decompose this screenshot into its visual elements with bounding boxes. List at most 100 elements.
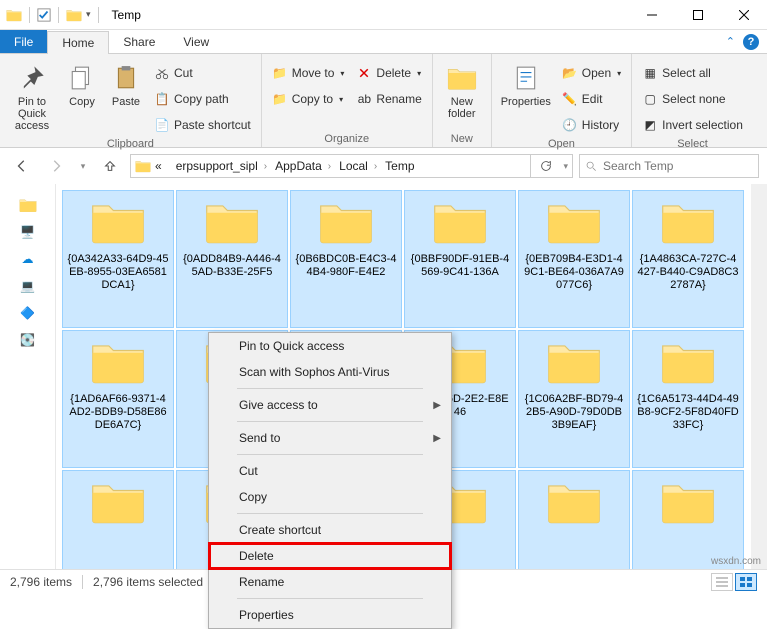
ribbon-collapse-icon[interactable]: ⌃ <box>726 35 735 48</box>
folder-name <box>456 531 464 535</box>
folder-item[interactable]: {1C6A5173-44D4-49B8-9CF2-5F8D40FD33FC} <box>632 330 744 468</box>
selected-count: 2,796 items selected <box>93 575 203 589</box>
cut-button[interactable]: Cut <box>150 62 255 84</box>
recent-locations-button[interactable]: ▾ <box>76 154 90 178</box>
folder-item[interactable]: {0EB709B4-E3D1-49C1-BE64-036A7A9077C6} <box>518 190 630 328</box>
window-title: Temp <box>112 8 141 22</box>
ctx-send-to[interactable]: Send to▶ <box>209 425 451 451</box>
paste-shortcut-button[interactable]: 📄Paste shortcut <box>150 114 255 136</box>
select-all-button[interactable]: ▦Select all <box>638 62 747 84</box>
folder-name: {1C06A2BF-BD79-42B5-A90D-79D0DB3B9EAF} <box>519 391 629 434</box>
new-folder-button[interactable]: Newfolder <box>439 58 485 120</box>
scrollbar[interactable] <box>751 184 767 569</box>
ctx-cut[interactable]: Cut <box>209 458 451 484</box>
folder-icon <box>546 199 602 245</box>
folder-item[interactable] <box>632 470 744 569</box>
folder-icon <box>546 339 602 385</box>
group-label: Open <box>498 136 625 150</box>
refresh-button[interactable] <box>530 154 560 178</box>
folder-icon <box>318 199 374 245</box>
delete-button[interactable]: Delete▾ <box>352 62 425 84</box>
copy-to-button[interactable]: 📁Copy to▾ <box>268 88 349 110</box>
folder-item[interactable]: {0B6BDC0B-E4C3-44B4-980F-E4E2 <box>290 190 402 328</box>
breadcrumb-segment[interactable]: « <box>151 159 172 173</box>
maximize-button[interactable] <box>675 0 721 30</box>
ctx-give-access[interactable]: Give access to▶ <box>209 392 451 418</box>
forward-button[interactable] <box>42 154 70 178</box>
breadcrumb-segment[interactable]: AppData› <box>271 159 335 173</box>
desktop-icon[interactable]: 🖥️ <box>12 220 44 244</box>
folder-icon <box>432 199 488 245</box>
breadcrumb-segment[interactable]: erpsupport_sipl› <box>172 159 271 173</box>
ctx-copy[interactable]: Copy <box>209 484 451 510</box>
rename-button[interactable]: abRename <box>352 88 425 110</box>
folder-item[interactable]: {0A342A33-64D9-45EB-8955-03EA6581DCA1} <box>62 190 174 328</box>
group-label: New <box>439 131 485 145</box>
ctx-scan[interactable]: Scan with Sophos Anti-Virus <box>209 359 451 385</box>
folder-name: {1AD6AF66-9371-4AD2-BDB9-D58E86DE6A7C} <box>63 391 173 434</box>
this-pc-icon[interactable]: 💻 <box>12 274 44 298</box>
search-input[interactable] <box>603 159 758 173</box>
breadcrumb-segment[interactable]: Local› <box>335 159 381 173</box>
properties-button[interactable]: Properties <box>498 58 554 136</box>
onedrive-icon[interactable]: ☁ <box>12 247 44 271</box>
nav-pane[interactable]: 🖥️ ☁ 💻 🔷 💽 <box>0 184 56 569</box>
title-bar: ▾ Temp <box>0 0 767 30</box>
copy-button[interactable]: Copy <box>62 58 102 136</box>
tab-home[interactable]: Home <box>47 31 109 54</box>
history-button[interactable]: 🕘History <box>558 114 625 136</box>
folder-item[interactable] <box>518 470 630 569</box>
folder-item[interactable]: {1A4863CA-727C-4427-B440-C9AD8C32787A} <box>632 190 744 328</box>
ctx-properties[interactable]: Properties <box>209 602 451 628</box>
item-count: 2,796 items <box>10 575 72 589</box>
select-none-button[interactable]: ▢Select none <box>638 88 747 110</box>
folder-icon <box>660 199 716 245</box>
details-view-button[interactable] <box>711 573 733 591</box>
copy-path-button[interactable]: 📋Copy path <box>150 88 255 110</box>
drive-icon[interactable]: 💽 <box>12 328 44 352</box>
help-icon[interactable]: ? <box>743 34 759 50</box>
folder-item[interactable]: {0BBF90DF-91EB-4569-9C41-136A <box>404 190 516 328</box>
network-icon[interactable]: 🔷 <box>12 301 44 325</box>
folder-icon <box>66 7 82 23</box>
up-button[interactable] <box>96 154 124 178</box>
close-button[interactable] <box>721 0 767 30</box>
move-to-button[interactable]: 📁Move to▾ <box>268 62 349 84</box>
ribbon-tabs: File Home Share View ⌃ ? <box>0 30 767 54</box>
tab-file[interactable]: File <box>0 30 47 53</box>
folder-icon <box>6 7 22 23</box>
back-button[interactable] <box>8 154 36 178</box>
folder-item[interactable]: {1C06A2BF-BD79-42B5-A90D-79D0DB3B9EAF} <box>518 330 630 468</box>
folder-name <box>114 531 122 535</box>
tab-view[interactable]: View <box>169 30 223 53</box>
minimize-button[interactable] <box>629 0 675 30</box>
folder-icon <box>135 158 151 174</box>
folder-name: {0A342A33-64D9-45EB-8955-03EA6581DCA1} <box>63 251 173 294</box>
group-label: Clipboard <box>6 136 255 150</box>
ctx-create-shortcut[interactable]: Create shortcut <box>209 517 451 543</box>
icons-view-button[interactable] <box>735 573 757 591</box>
folder-icon <box>546 479 602 525</box>
folder-icon <box>660 339 716 385</box>
search-box[interactable] <box>579 154 759 178</box>
ctx-delete[interactable]: Delete <box>209 543 451 569</box>
address-bar[interactable]: « erpsupport_sipl› AppData› Local› Temp … <box>130 154 573 178</box>
pin-to-quick-access-button[interactable]: Pin to Quickaccess <box>6 58 58 136</box>
invert-selection-button[interactable]: ◩Invert selection <box>638 114 747 136</box>
paste-button[interactable]: Paste <box>106 58 146 136</box>
open-button[interactable]: 📂Open▾ <box>558 62 625 84</box>
quick-access-icon[interactable] <box>12 193 44 217</box>
folder-item[interactable] <box>62 470 174 569</box>
qat-checkbox-icon[interactable] <box>37 8 51 22</box>
folder-item[interactable]: {1AD6AF66-9371-4AD2-BDB9-D58E86DE6A7C} <box>62 330 174 468</box>
folder-name <box>684 531 692 535</box>
tab-share[interactable]: Share <box>109 30 169 53</box>
ctx-pin[interactable]: Pin to Quick access <box>209 333 451 359</box>
folder-name: {0B6BDC0B-E4C3-44B4-980F-E4E2 <box>291 251 401 281</box>
folder-item[interactable]: {0ADD84B9-A446-45AD-B33E-25F5 <box>176 190 288 328</box>
folder-name: {1C6A5173-44D4-49B8-9CF2-5F8D40FD33FC} <box>633 391 743 434</box>
breadcrumb-segment[interactable]: Temp <box>381 159 418 173</box>
search-icon <box>586 160 597 173</box>
ctx-rename[interactable]: Rename <box>209 569 451 595</box>
edit-button[interactable]: ✏️Edit <box>558 88 625 110</box>
